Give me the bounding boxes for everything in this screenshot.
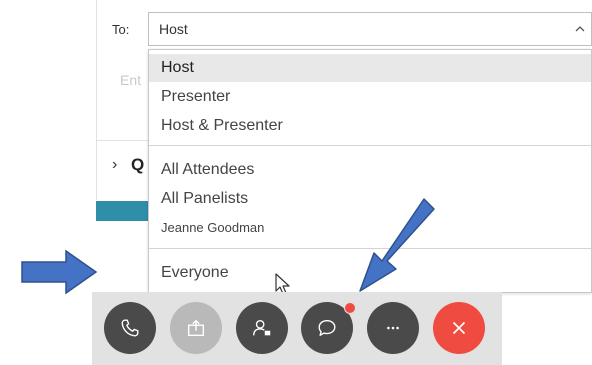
to-label: To: xyxy=(112,22,130,37)
dropdown-option-host[interactable]: Host xyxy=(149,54,591,82)
recipient-select-value: Host xyxy=(159,21,188,37)
share-content-button[interactable] xyxy=(170,302,222,354)
dropdown-separator xyxy=(149,145,591,146)
dropdown-option-host-presenter[interactable]: Host & Presenter xyxy=(149,112,591,140)
participants-button[interactable] xyxy=(236,302,288,354)
phone-icon xyxy=(121,319,139,337)
collapsed-section-title[interactable]: Q xyxy=(131,155,144,175)
leave-meeting-button[interactable] xyxy=(433,302,485,354)
section-divider xyxy=(96,140,156,141)
chat-panel-border xyxy=(96,0,97,200)
chevron-right-icon[interactable]: › xyxy=(112,156,117,174)
participants-icon xyxy=(253,319,271,336)
recipient-select[interactable]: Host xyxy=(148,12,592,46)
dropdown-option-all-attendees[interactable]: All Attendees xyxy=(149,156,591,184)
message-input-placeholder[interactable]: Ent xyxy=(120,72,141,88)
more-options-button[interactable] xyxy=(367,302,419,354)
more-icon xyxy=(387,326,399,330)
close-icon xyxy=(452,321,466,335)
chat-notification-badge xyxy=(344,302,356,314)
audio-button[interactable] xyxy=(104,302,156,354)
accent-strip xyxy=(96,201,152,221)
chevron-up-icon xyxy=(575,26,585,32)
annotation-arrow-down-left-icon xyxy=(359,198,435,292)
dropdown-option-presenter[interactable]: Presenter xyxy=(149,83,591,111)
annotation-arrow-right-icon xyxy=(21,249,98,295)
chat-icon xyxy=(318,319,336,337)
share-icon xyxy=(187,319,205,337)
